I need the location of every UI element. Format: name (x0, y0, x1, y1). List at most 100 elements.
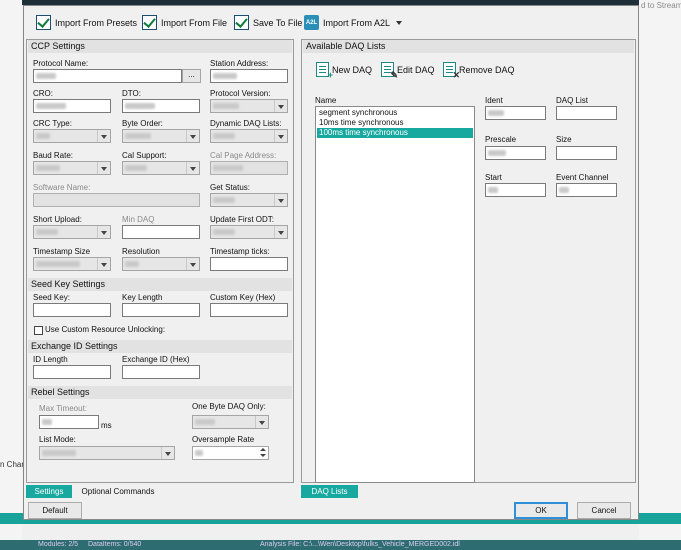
import-presets-icon (36, 15, 51, 30)
timestamp-size-label: Timestamp Size (33, 247, 91, 256)
list-mode-select[interactable] (39, 446, 175, 460)
remove-daq-button[interactable]: ✕ Remove DAQ (443, 62, 515, 80)
settings-panel: CCP Settings Protocol Name: ... Station … (26, 39, 294, 483)
app-channel-label: n Chan (0, 460, 26, 469)
daq-list-input[interactable] (556, 106, 617, 120)
tab-settings[interactable]: Settings (26, 485, 72, 498)
get-status-select[interactable] (210, 193, 288, 207)
cal-page-address-input (210, 161, 288, 175)
save-file-label: Save To File (253, 17, 303, 28)
cancel-button[interactable]: Cancel (577, 502, 631, 519)
resolution-label: Resolution (122, 247, 160, 256)
spin-down-icon[interactable] (258, 453, 268, 459)
short-upload-label: Short Upload: (33, 215, 82, 224)
cro-input[interactable] (33, 99, 111, 113)
software-name-label: Software Name: (33, 183, 91, 192)
max-timeout-input[interactable] (39, 415, 99, 429)
protocol-version-select[interactable] (210, 99, 288, 113)
protocol-name-input[interactable] (33, 69, 182, 83)
id-length-input[interactable] (33, 365, 111, 379)
daq-name-header: Name (315, 96, 337, 105)
import-a2l-button[interactable]: A2L Import From A2L (304, 15, 403, 30)
new-daq-label: New DAQ (332, 64, 373, 75)
chevron-down-icon (255, 416, 268, 428)
ident-input[interactable] (485, 106, 546, 120)
start-input[interactable] (485, 183, 546, 197)
chevron-down-icon (97, 130, 110, 142)
import-presets-button[interactable]: Import From Presets (36, 15, 137, 30)
chevron-down-icon (274, 194, 287, 206)
software-name-input (33, 193, 200, 207)
status-modules: Modules: 2/5 (38, 541, 79, 548)
timestamp-ticks-input[interactable] (210, 257, 288, 271)
event-channel-input[interactable] (556, 183, 617, 197)
protocol-name-label: Protocol Name: (33, 59, 89, 68)
exchange-id-label: Exchange ID (Hex) (122, 355, 190, 364)
resolution-select[interactable] (122, 257, 200, 271)
new-daq-icon: + (316, 62, 333, 80)
oversample-rate-spinner[interactable] (192, 446, 269, 460)
ccp-settings-header: CCP Settings (28, 40, 292, 53)
new-daq-button[interactable]: + New DAQ (316, 62, 373, 80)
custom-key-input[interactable] (210, 303, 288, 317)
size-input[interactable] (556, 146, 617, 160)
chevron-down-icon (97, 226, 110, 238)
cal-support-select[interactable] (122, 161, 200, 175)
update-first-odt-label: Update First ODT: (210, 215, 275, 224)
tab-optional-commands[interactable]: Optional Commands (76, 485, 160, 498)
available-daq-lists-header: Available DAQ Lists (303, 40, 634, 53)
byte-order-select[interactable] (122, 129, 200, 143)
chevron-down-icon (396, 20, 403, 25)
key-length-input[interactable] (122, 303, 200, 317)
exchange-id-input[interactable] (122, 365, 200, 379)
edit-daq-icon: ✎ (381, 62, 398, 80)
size-label: Size (556, 135, 572, 144)
ident-label: Ident (485, 96, 503, 105)
remove-daq-icon: ✕ (443, 62, 460, 80)
import-file-label: Import From File (161, 17, 228, 28)
save-file-icon (234, 15, 249, 30)
default-button[interactable]: Default (28, 502, 82, 519)
max-timeout-label: Max Timeout: (39, 404, 88, 413)
baud-rate-select[interactable] (33, 161, 111, 175)
chevron-down-icon (161, 447, 174, 459)
a2l-icon: A2L (304, 15, 319, 30)
status-analysis-file: Analysis File: C:\...\Wen\Desktop\fulks_… (260, 541, 460, 548)
ok-button[interactable]: OK (514, 502, 568, 519)
rebel-settings-header: Rebel Settings (28, 386, 292, 399)
update-first-odt-select[interactable] (210, 225, 288, 239)
cal-page-address-label: Cal Page Address: (210, 151, 277, 160)
cro-label: CRO: (33, 89, 53, 98)
custom-unlock-checkbox[interactable] (34, 326, 43, 335)
dynamic-daq-lists-label: Dynamic DAQ Lists: (210, 119, 282, 128)
protocol-version-label: Protocol Version: (210, 89, 271, 98)
baud-rate-label: Baud Rate: (33, 151, 74, 160)
dynamic-daq-lists-select[interactable] (210, 129, 288, 143)
tab-daq-lists[interactable]: DAQ Lists (301, 485, 358, 498)
edit-daq-button[interactable]: ✎ Edit DAQ (381, 62, 435, 80)
app-stream-label: d to Stream (641, 1, 681, 10)
seed-key-input[interactable] (33, 303, 111, 317)
import-file-button[interactable]: Import From File (142, 15, 227, 30)
chevron-down-icon (97, 258, 110, 270)
chevron-down-icon (274, 226, 287, 238)
one-byte-daq-select[interactable] (192, 415, 269, 429)
min-daq-input[interactable] (122, 225, 200, 239)
chevron-down-icon (186, 258, 199, 270)
list-item-selected[interactable]: 100ms time synchronous (317, 128, 473, 138)
browse-button[interactable]: ... (182, 69, 201, 83)
get-status-label: Get Status: (210, 183, 251, 192)
save-file-button[interactable]: Save To File (234, 15, 302, 30)
list-item[interactable]: segment synchronous (317, 108, 473, 118)
station-address-input[interactable] (210, 69, 288, 83)
daq-list-box[interactable]: segment synchronous 10ms time synchronou… (315, 106, 475, 483)
prescale-input[interactable] (485, 146, 546, 160)
dto-label: DTO: (122, 89, 141, 98)
app-status-bar: Modules: 2/5 DataItems: 0/540 Analysis F… (0, 540, 681, 550)
timestamp-size-select[interactable] (33, 257, 111, 271)
short-upload-select[interactable] (33, 225, 111, 239)
crc-type-select[interactable] (33, 129, 111, 143)
list-item[interactable]: 10ms time synchronous (317, 118, 473, 128)
dto-input[interactable] (122, 99, 200, 113)
station-address-label: Station Address: (210, 59, 269, 68)
